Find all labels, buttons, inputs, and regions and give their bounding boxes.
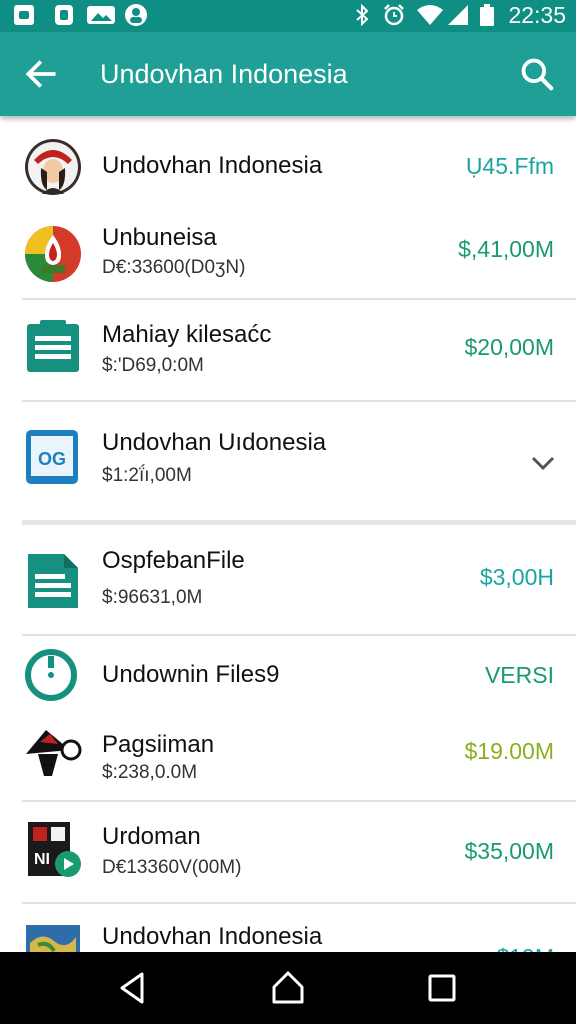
- list-item[interactable]: Pagsiiman $:238,0.0M $19.00M: [0, 718, 576, 800]
- item-name: Mahiay kilesaćc: [102, 321, 272, 348]
- notification-icon: [14, 5, 34, 25]
- document-icon: [27, 320, 79, 372]
- item-name: Undownin Files9: [102, 661, 280, 688]
- ni-play-icon: NI: [28, 822, 81, 877]
- item-price: Ụ45.Ffm: [465, 153, 554, 179]
- back-triangle-icon[interactable]: [114, 968, 154, 1008]
- list-item[interactable]: OG Undovhan Uıdonesia $1:2ḯı,00M: [0, 402, 576, 518]
- app-bar: Undovhan Indonesia: [0, 32, 576, 116]
- home-icon[interactable]: [268, 968, 308, 1008]
- list-item[interactable]: Undovhan Indonesia $19M: [0, 904, 576, 952]
- item-list: Undovhan Indonesia Ụ45.Ffm Unbuneisa D€:…: [0, 116, 576, 952]
- item-name: Unbuneisa: [102, 224, 217, 251]
- list-item[interactable]: Unbuneisa D€:33600(D0ʒN) $,41,00M: [0, 216, 576, 298]
- item-name: Pagsiiman: [102, 731, 215, 758]
- search-icon[interactable]: [518, 55, 556, 93]
- arrow-back-icon[interactable]: [22, 55, 60, 93]
- profile-notification-icon: [125, 4, 147, 26]
- item-price: $19M: [496, 942, 554, 952]
- item-price: $3,00H: [479, 564, 554, 590]
- battery-icon: [480, 4, 494, 26]
- list-item[interactable]: NI Urdoman D€13360V(00M) $35,00M: [0, 802, 576, 902]
- item-subtitle: D€13360V(00M): [102, 857, 242, 878]
- status-time: 22:35: [508, 2, 566, 28]
- status-bar: 22:35: [0, 0, 576, 32]
- photo-icon: [87, 6, 115, 24]
- svg-text:OG: OG: [38, 449, 66, 469]
- section-divider: [22, 520, 576, 525]
- item-subtitle: D€:33600(D0ʒN): [102, 257, 246, 278]
- item-name: Undovhan Uıdonesia: [102, 429, 327, 456]
- item-price: $20,00M: [464, 334, 554, 360]
- bluetooth-icon: [356, 3, 369, 27]
- page-title: Undovhan Indonesia: [100, 59, 348, 89]
- item-subtitle: $1:2ḯı,00M: [102, 465, 192, 486]
- chevron-down-icon[interactable]: [528, 448, 558, 478]
- wifi-icon: [417, 5, 443, 25]
- og-app-icon: OG: [26, 430, 78, 484]
- ring-icon: [25, 649, 77, 701]
- list-item[interactable]: Undownin Files9 VERSI: [0, 636, 576, 718]
- avatar-icon: [25, 139, 81, 195]
- item-subtitle: $:238,0.0M: [102, 762, 198, 783]
- item-status: VERSI: [484, 662, 554, 688]
- file-icon: [28, 554, 78, 608]
- signal-icon: [448, 5, 468, 25]
- shape-icon: [26, 730, 82, 776]
- item-name: Undovhan Indonesia: [102, 923, 323, 950]
- recents-icon[interactable]: [422, 968, 462, 1008]
- item-price: $,41,00M: [458, 236, 554, 262]
- item-price: $35,00M: [464, 838, 554, 864]
- item-name: Undovhan Indonesia: [102, 152, 323, 179]
- app-notification-icon: [55, 5, 73, 25]
- list-item[interactable]: Undovhan Indonesia Ụ45.Ffm: [0, 116, 576, 216]
- system-nav-bar: [0, 952, 576, 1024]
- flag-badge-icon: [25, 226, 81, 282]
- svg-text:NI: NI: [34, 851, 50, 868]
- alarm-icon: [384, 4, 404, 26]
- item-name: Urdoman: [102, 823, 201, 850]
- item-subtitle: $:'D69,0:0M: [102, 355, 204, 376]
- item-price: $19.00M: [464, 738, 554, 764]
- item-subtitle: $:96631,0M: [102, 587, 203, 608]
- list-item[interactable]: OspfebanFile $:96631,0M $3,00H: [0, 526, 576, 634]
- map-icon: [26, 925, 80, 952]
- item-name: OspfebanFile: [102, 547, 245, 574]
- list-item[interactable]: Mahiay kilesaćc $:'D69,0:0M $20,00M: [0, 300, 576, 400]
